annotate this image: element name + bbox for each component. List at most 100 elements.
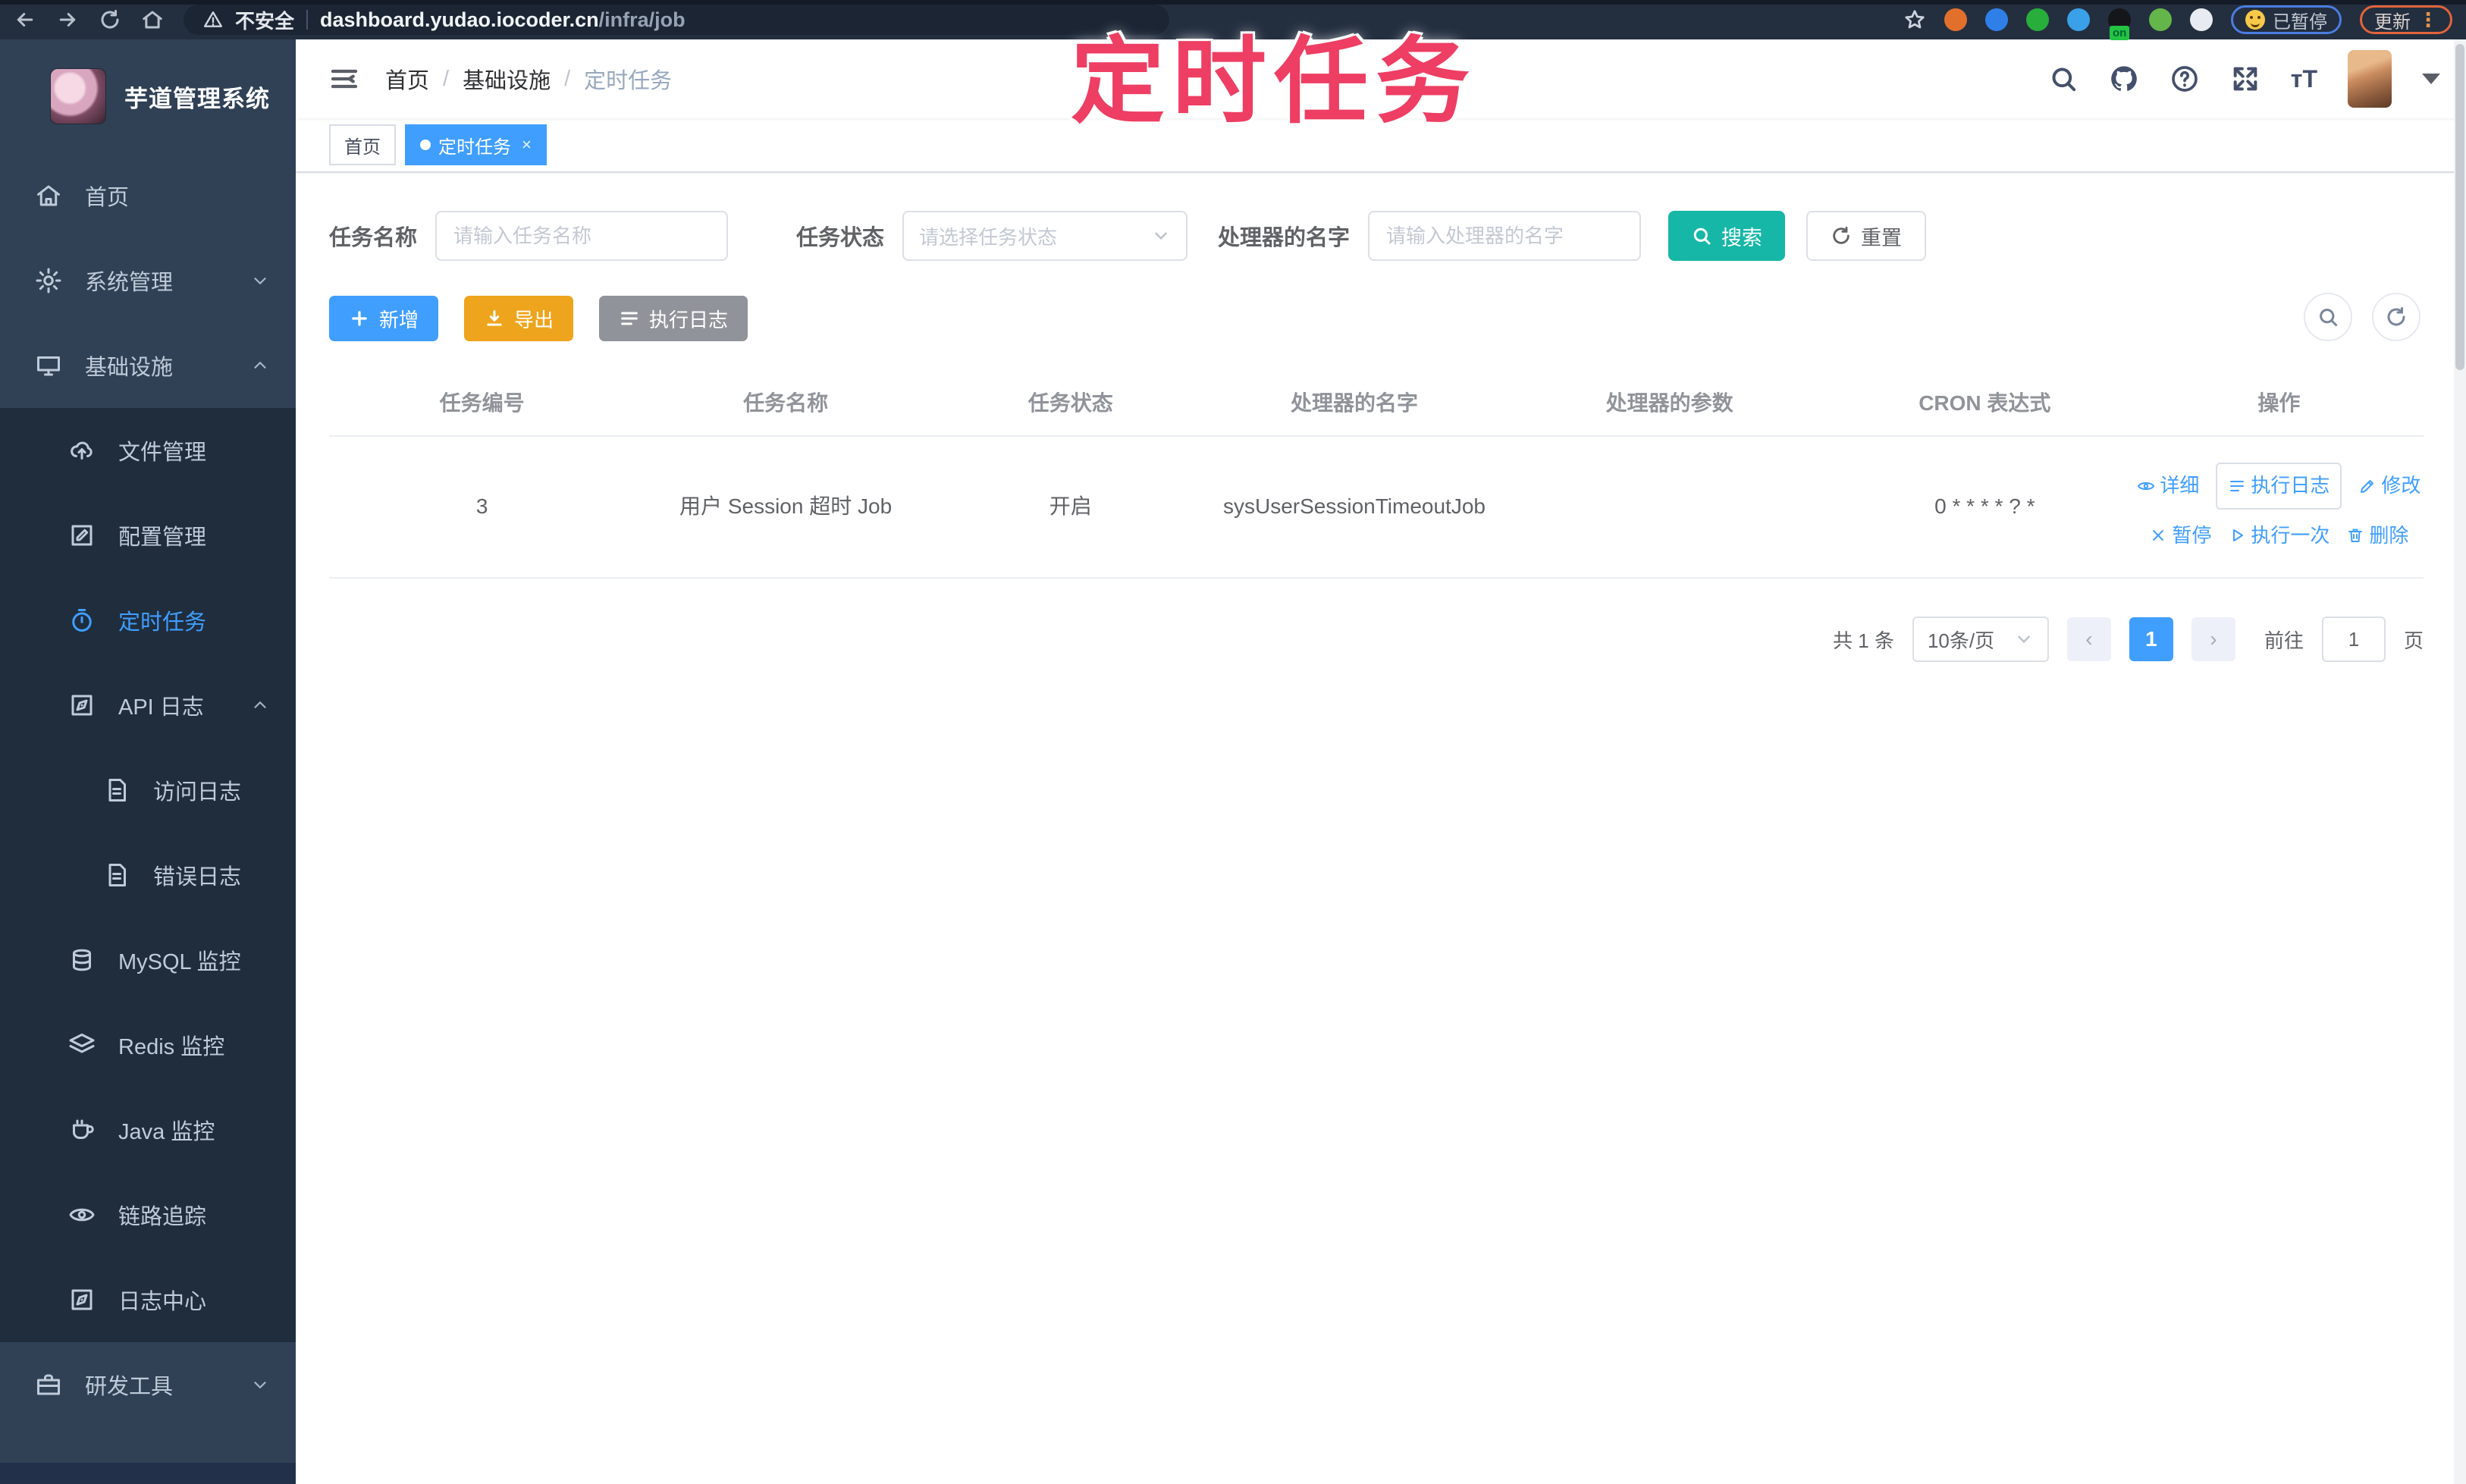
sidebar-item-label: Redis 监控 <box>118 1035 225 1059</box>
sidebar-item-5[interactable]: 定时任务 <box>0 578 296 663</box>
address-bar[interactable]: 不安全 dashboard.yudao.iocoder.cn/infra/job <box>184 5 1169 35</box>
url-path[interactable]: /infra/job <box>599 8 686 32</box>
emoji-face-icon <box>2245 10 2265 30</box>
column-header-0: 任务编号 <box>329 372 635 437</box>
sidebar-item-14[interactable]: 研发工具 <box>0 1342 296 1427</box>
extension-blue-icon[interactable] <box>2067 8 2090 31</box>
table-row[interactable]: 3 用户 Session 超时 Job 开启 sysUserSessionTim… <box>329 436 2424 579</box>
doc-log-icon <box>108 864 126 886</box>
extension-blue-drop-icon[interactable] <box>1985 8 2008 31</box>
briefcase-icon <box>37 1374 60 1395</box>
sidebar-item-1[interactable]: 系统管理 <box>0 238 296 323</box>
extension-green-v-icon[interactable] <box>2026 8 2049 31</box>
app-logo <box>50 68 106 124</box>
upload-cloud-icon <box>71 441 93 460</box>
table-header-row: 任务编号 任务名称 任务状态 处理器的名字 处理器的参数 CRON 表达式 操作 <box>329 372 2424 437</box>
sidebar-item-4[interactable]: 配置管理 <box>0 493 296 578</box>
op-修改-link[interactable]: 修改 <box>2358 470 2421 502</box>
page-scrollbar[interactable] <box>2454 39 2466 1484</box>
extension-dark-on-icon[interactable] <box>2108 8 2131 40</box>
paused-extension-chip[interactable]: 已暂停 <box>2231 5 2342 34</box>
help-icon[interactable] <box>2170 64 2200 94</box>
breadcrumb-item-0[interactable]: 首页 <box>385 63 429 95</box>
toggle-search-button[interactable] <box>2304 293 2352 341</box>
refresh-table-button[interactable] <box>2372 293 2421 341</box>
chevron-down-icon <box>1155 232 1167 240</box>
kebab-menu-icon[interactable]: ⋮ <box>2418 10 2438 30</box>
cell-param <box>1504 436 1835 579</box>
fullscreen-icon[interactable] <box>2230 64 2260 94</box>
github-icon[interactable] <box>2109 64 2139 94</box>
column-header-1: 任务名称 <box>635 372 937 437</box>
user-avatar[interactable] <box>2348 50 2392 108</box>
sidebar-item-2[interactable]: 基础设施 <box>0 323 296 408</box>
reload-icon[interactable] <box>99 8 121 31</box>
tab-1[interactable]: 定时任务 × <box>405 124 547 165</box>
back-icon[interactable] <box>14 8 36 31</box>
reset-button[interactable]: 重置 <box>1806 211 1927 261</box>
breadcrumb-item-1[interactable]: 基础设施 <box>463 63 551 95</box>
sidebar: 芋道管理系统 首页 系统管理 基础设施 文件管理 配置管理 定时任务 API 日… <box>0 39 296 1484</box>
next-page-button[interactable]: › <box>2191 617 2235 662</box>
sidebar-item-8[interactable]: 错误日志 <box>0 833 296 918</box>
close-tab-icon[interactable]: × <box>522 135 532 155</box>
column-header-3: 处理器的名字 <box>1204 372 1504 437</box>
search-icon <box>1693 227 1711 245</box>
browser-toolbar: 不安全 dashboard.yudao.iocoder.cn/infra/job… <box>0 0 2466 40</box>
add-button[interactable]: 新增 <box>329 296 439 341</box>
extension-orange-icon[interactable] <box>1944 8 1967 31</box>
prev-page-button[interactable]: ‹ <box>2066 617 2111 662</box>
current-page-button[interactable]: 1 <box>2129 617 2173 662</box>
url-host[interactable]: dashboard.yudao.iocoder.cn <box>320 8 599 32</box>
forward-icon[interactable] <box>56 8 79 31</box>
home-icon[interactable] <box>141 8 164 31</box>
total-count: 共 1 条 <box>1833 629 1894 652</box>
sidebar-item-12[interactable]: 链路追踪 <box>0 1172 296 1257</box>
sidebar-logo-row[interactable]: 芋道管理系统 <box>0 39 296 153</box>
extension-leaf-icon[interactable] <box>2149 8 2172 31</box>
security-label[interactable]: 不安全 <box>235 6 294 34</box>
op-执行一次-link[interactable]: 执行一次 <box>2228 520 2330 552</box>
sidebar-item-9[interactable]: MySQL 监控 <box>0 918 296 1002</box>
coffee-icon <box>73 1119 94 1139</box>
tabs-bar: 首页 定时任务 × <box>296 118 2466 173</box>
collapse-sidebar-icon[interactable] <box>329 64 359 94</box>
update-chip[interactable]: 更新 ⋮ <box>2360 5 2452 34</box>
page-unit-label: 页 <box>2403 629 2424 652</box>
sidebar-item-11[interactable]: Java 监控 <box>0 1087 296 1172</box>
job-name-input[interactable] <box>435 211 729 261</box>
sidebar-item-0[interactable]: 首页 <box>0 153 296 238</box>
search-button[interactable]: 搜索 <box>1668 211 1786 261</box>
job-status-label: 任务状态 <box>796 226 885 250</box>
monitor-icon <box>37 356 60 376</box>
avatar-caret-icon[interactable] <box>2422 74 2440 84</box>
job-log-button[interactable]: 执行日志 <box>599 296 748 341</box>
breadcrumb-item-2: 定时任务 <box>584 69 673 93</box>
sidebar-item-10[interactable]: Redis 监控 <box>0 1002 296 1087</box>
chev-up <box>254 362 266 369</box>
search-icon[interactable] <box>2048 64 2079 94</box>
export-button[interactable]: 导出 <box>464 296 574 341</box>
sidebar-item-7[interactable]: 访问日志 <box>0 748 296 833</box>
chevron-down-icon <box>2018 635 2030 644</box>
scrollbar-thumb[interactable] <box>2455 44 2464 370</box>
sidebar-item-13[interactable]: 日志中心 <box>0 1257 296 1342</box>
tab-0[interactable]: 首页 <box>329 124 396 165</box>
sidebar-item-label: 基础设施 <box>85 356 174 380</box>
sidebar-footer <box>0 1463 296 1484</box>
font-size-icon[interactable]: тT <box>2291 65 2317 93</box>
goto-page-input[interactable] <box>2321 617 2386 663</box>
handler-name-input[interactable] <box>1368 211 1642 261</box>
op-执行日志-link[interactable]: 执行日志 <box>2216 463 2342 510</box>
op-暂停-link[interactable]: 暂停 <box>2149 520 2211 552</box>
sidebar-item-3[interactable]: 文件管理 <box>0 408 296 493</box>
chev-down <box>254 278 266 284</box>
page-size-select[interactable]: 10条/页 <box>1912 617 2049 663</box>
bookmark-star-icon[interactable] <box>1903 8 1926 31</box>
job-status-select[interactable]: 请选择任务状态 <box>902 211 1188 261</box>
extension-paw-icon[interactable] <box>2190 8 2213 31</box>
jobs-table: 任务编号 任务名称 任务状态 处理器的名字 处理器的参数 CRON 表达式 操作 3 用户 … <box>329 372 2424 579</box>
op-详细-link[interactable]: 详细 <box>2137 470 2199 502</box>
op-删除-link[interactable]: 删除 <box>2346 520 2408 552</box>
sidebar-item-6[interactable]: API 日志 <box>0 663 296 748</box>
